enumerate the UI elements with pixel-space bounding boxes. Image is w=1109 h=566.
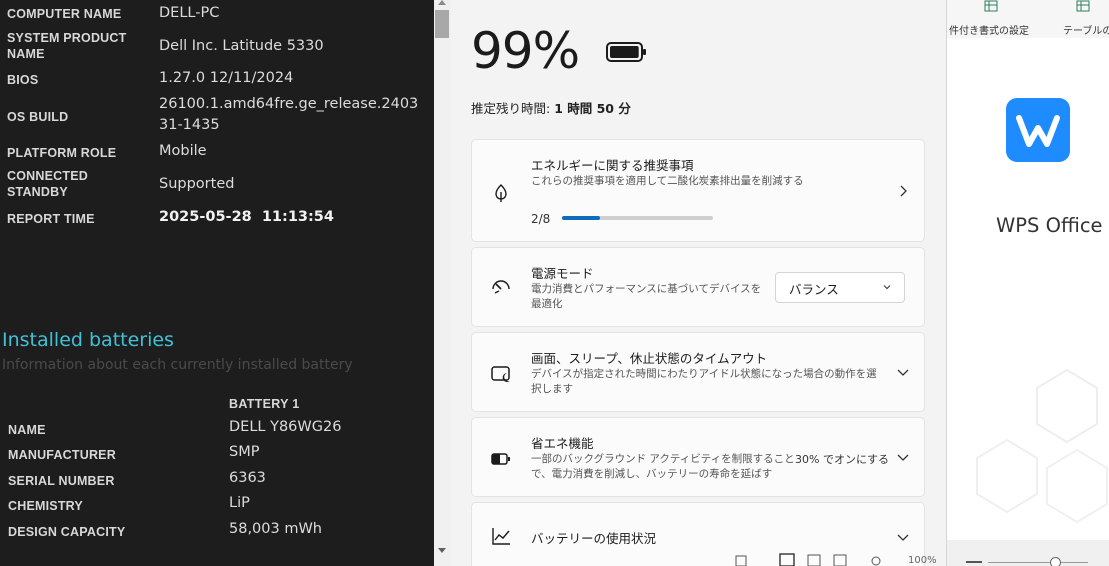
wps-status-tools: 100% — [730, 552, 1109, 566]
info-label: COMPUTER NAME — [7, 7, 122, 21]
remaining-time: 推定残り時間: 1 時間 50 分 — [471, 98, 631, 117]
info-label: SYSTEM PRODUCT NAME — [7, 31, 127, 61]
power-mode-card: 電源モード 電力消費とパフォーマンスに基づいてデバイスを 最適化 バランス — [471, 247, 925, 327]
power-mode-selected: バランス — [789, 282, 839, 297]
progress-bar — [562, 216, 713, 220]
battery-column-header: BATTERY 1 — [229, 397, 300, 411]
energy-saver-status: 30% でオンにする — [795, 453, 890, 466]
battery-label: NAME — [8, 423, 46, 437]
wps-ribbon: 件付き書式の設定 テーブルの — [947, 0, 1109, 37]
battery-percent: 99% — [471, 22, 580, 80]
scroll-up-arrow-icon[interactable] — [438, 0, 446, 5]
info-label: OS BUILD — [7, 110, 69, 124]
card-title: バッテリーの使用状況 — [531, 531, 657, 546]
zoom-slider-thumb[interactable] — [1050, 557, 1061, 566]
energy-recommendations-card[interactable]: エネルギーに関する推奨事項 これらの推奨事項を適用して二酸化炭素排出量を削減する… — [471, 139, 925, 242]
card-description-line: 一部のバックグラウンド アクティビティを制限すること — [531, 453, 795, 465]
power-mode-gauge-icon — [492, 280, 510, 294]
table-style-button[interactable]: テーブルの — [1063, 22, 1109, 37]
zoom-out-icon[interactable] — [966, 561, 982, 563]
wps-office-window: 件付き書式の設定 テーブルの WPS Office — [947, 0, 1109, 566]
battery-value: DELL Y86WG26 — [229, 419, 342, 435]
section-title: Installed batteries — [2, 329, 174, 351]
progress-bar-fill — [562, 216, 600, 220]
chevron-down-icon — [897, 534, 909, 541]
remaining-time-value: 1 時間 50 分 — [554, 101, 631, 116]
wps-logo-icon — [1006, 98, 1070, 162]
conditional-format-icon[interactable] — [983, 0, 1001, 14]
info-value: Dell Inc. Latitude 5330 — [159, 38, 324, 54]
card-title: 画面、スリープ、休止状態のタイムアウト — [531, 351, 768, 366]
card-title: 電源モード — [531, 266, 594, 281]
battery-report-panel: COMPUTER NAME DELL-PC SYSTEM PRODUCT NAM… — [0, 0, 434, 566]
chevron-down-icon — [883, 285, 891, 290]
card-description-line: 最適化 — [531, 298, 563, 310]
battery-value: LiP — [229, 495, 250, 511]
energy-saver-battery-icon — [491, 453, 510, 465]
card-title: 省エネ機能 — [531, 436, 594, 451]
card-description-line: デバイスが指定された時間にわたりアイドル状態になった場合の動作を選 — [531, 368, 877, 380]
card-title: エネルギーに関する推奨事項 — [531, 158, 694, 173]
battery-value: 6363 — [229, 470, 266, 486]
battery-label: DESIGN CAPACITY — [8, 525, 126, 539]
screen-sleep-timeout-card[interactable]: 画面、スリープ、休止状態のタイムアウト デバイスが指定された時間にわたりアイドル… — [471, 332, 925, 412]
screen-sleep-icon — [491, 366, 510, 382]
battery-flyout: 99% 推定残り時間: 1 時間 50 分 エネルギーに関する推奨事項 これらの… — [451, 0, 947, 566]
view-mode-icons[interactable] — [730, 552, 900, 566]
chevron-right-icon — [900, 185, 907, 197]
battery-icon — [606, 42, 646, 62]
conditional-format-button[interactable]: 件付き書式の設定 — [949, 22, 1029, 37]
progress-label: 2/8 — [531, 212, 551, 226]
scroll-down-arrow-icon[interactable] — [438, 548, 446, 553]
info-label: BIOS — [7, 73, 39, 87]
battery-label: SERIAL NUMBER — [8, 474, 115, 488]
battery-label: CHEMISTRY — [8, 499, 83, 513]
hexagon-pattern — [976, 368, 1108, 524]
battery-label: MANUFACTURER — [8, 448, 116, 462]
power-mode-dropdown[interactable]: バランス — [775, 272, 905, 303]
wps-splash: WPS Office — [947, 38, 1109, 540]
info-value: 26100.1.amd64fre.ge_release.240331-1435 — [159, 96, 419, 133]
vertical-scrollbar[interactable] — [434, 0, 451, 566]
battery-value: SMP — [229, 444, 260, 460]
info-value: Mobile — [159, 143, 207, 159]
info-label: CONNECTED STANDBY — [7, 169, 88, 199]
info-label: REPORT TIME — [7, 212, 95, 226]
scrollbar-thumb[interactable] — [435, 10, 449, 38]
section-subtitle: Information about each currently install… — [2, 357, 353, 373]
leaf-icon — [495, 184, 507, 202]
chevron-down-icon — [897, 369, 909, 376]
table-style-icon[interactable] — [1075, 0, 1093, 14]
card-description-line: で、電力消費を削減し、バッテリーの寿命を延ばす — [531, 468, 773, 480]
info-value: 2025-05-28 11:13:54 — [159, 209, 334, 225]
info-value: Supported — [159, 176, 235, 192]
battery-value: 58,003 mWh — [229, 521, 322, 537]
info-value: 1.27.0 12/11/2024 — [159, 70, 294, 86]
wps-app-name: WPS Office — [996, 214, 1103, 237]
card-description-line: 択します — [531, 383, 573, 395]
chevron-down-icon — [897, 454, 909, 461]
line-chart-icon — [492, 528, 510, 545]
zoom-slider[interactable] — [988, 562, 1088, 563]
info-label: PLATFORM ROLE — [7, 146, 117, 160]
energy-saver-card[interactable]: 省エネ機能 一部のバックグラウンド アクティビティを制限すること で、電力消費を… — [471, 417, 925, 497]
info-value: DELL-PC — [159, 5, 220, 21]
remaining-time-label: 推定残り時間: — [471, 101, 555, 116]
zoom-level: 100% — [908, 555, 937, 566]
card-description: これらの推奨事項を適用して二酸化炭素排出量を削減する — [531, 175, 804, 187]
card-description-line: 電力消費とパフォーマンスに基づいてデバイスを — [531, 283, 762, 295]
